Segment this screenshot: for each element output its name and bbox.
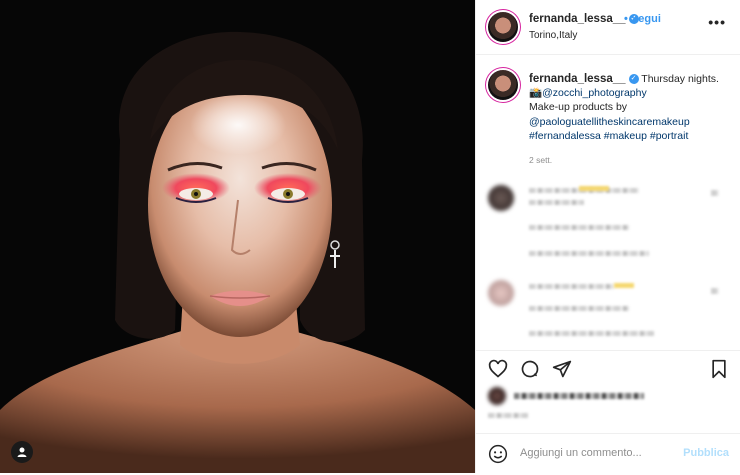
comment-meta-blurred xyxy=(529,225,629,230)
brand-mention[interactable]: @paologuatellitheskincaremakeup xyxy=(529,116,690,128)
add-comment-bar: Pubblica xyxy=(476,433,740,475)
instagram-post-modal: fernanda_lessa__ ✓ • Segui Torino,Italy •… xyxy=(0,0,740,473)
caption-avatar[interactable] xyxy=(488,70,518,100)
post-side-panel: fernanda_lessa__ ✓ • Segui Torino,Italy •… xyxy=(475,0,740,473)
commenter-avatar[interactable] xyxy=(488,280,514,306)
share-icon[interactable] xyxy=(552,359,572,379)
hashtag[interactable]: #portrait xyxy=(650,130,689,142)
portrait-image xyxy=(0,0,475,473)
comment-text-blurred xyxy=(529,200,584,205)
follow-label: Segui xyxy=(630,13,661,25)
publish-button[interactable]: Pubblica xyxy=(683,447,729,459)
caption-verified-badge-icon: ✓ xyxy=(628,74,639,85)
commenter-avatar[interactable] xyxy=(488,185,514,211)
view-replies-blurred[interactable] xyxy=(529,251,649,256)
comment-like-icon[interactable] xyxy=(711,190,719,196)
more-options-icon[interactable]: ••• xyxy=(708,14,726,30)
post-photo[interactable] xyxy=(0,0,475,473)
caption-timestamp[interactable]: 2 sett. xyxy=(529,155,552,165)
caption-first-text: Thursday nights. xyxy=(641,73,719,85)
photographer-mention[interactable]: @zocchi_photography xyxy=(542,87,647,99)
emoji-blurred xyxy=(614,283,634,288)
emoji-icon[interactable] xyxy=(488,444,508,464)
post-date-blurred xyxy=(488,413,528,418)
tagged-users-button[interactable] xyxy=(11,441,33,463)
caption-line3: Make-up products by xyxy=(529,101,628,114)
follow-button[interactable]: • Segui xyxy=(624,13,661,25)
comment-text-blurred xyxy=(529,284,614,289)
avatar[interactable] xyxy=(488,12,518,42)
likes-text-blurred xyxy=(514,393,644,399)
user-tag-icon xyxy=(17,447,27,457)
bullet: • xyxy=(624,13,628,25)
location-link[interactable]: Torino,Italy xyxy=(529,30,577,41)
hashtag[interactable]: #makeup xyxy=(604,130,647,142)
hashtag[interactable]: #fernandalessa xyxy=(529,130,601,142)
liker-avatar xyxy=(488,387,506,405)
heart-icon[interactable] xyxy=(488,359,508,379)
emoji-blurred xyxy=(579,186,609,191)
comment-meta-blurred xyxy=(529,306,629,311)
post-header: fernanda_lessa__ ✓ • Segui Torino,Italy •… xyxy=(476,0,740,55)
username-link[interactable]: fernanda_lessa__ ✓ xyxy=(529,13,639,25)
post-actions-section: Pubblica xyxy=(476,350,740,474)
bookmark-icon[interactable] xyxy=(709,359,729,379)
view-replies-blurred[interactable] xyxy=(529,331,654,336)
comment-like-icon[interactable] xyxy=(711,288,719,294)
comment-icon[interactable] xyxy=(520,359,540,379)
comment-input[interactable] xyxy=(520,447,670,459)
username-text: fernanda_lessa__ xyxy=(529,13,626,25)
caption-username[interactable]: fernanda_lessa__ xyxy=(529,73,626,85)
camera-emoji-icon: 📸 xyxy=(529,87,543,100)
caption-text: fernanda_lessa__ ✓ Thursday nights. 📸@zoc… xyxy=(529,72,729,143)
